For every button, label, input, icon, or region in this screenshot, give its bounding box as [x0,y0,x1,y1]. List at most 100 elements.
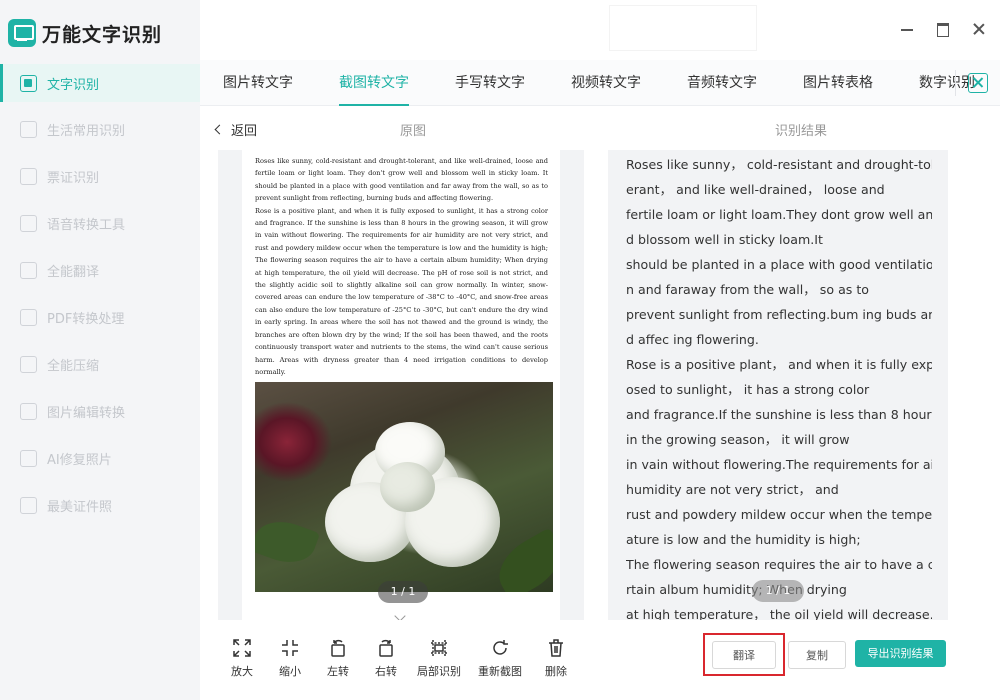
original-image-pane[interactable]: Roses like sunny, cold-resistant and dro… [218,150,584,620]
rotate-right-button[interactable]: 右转 [362,632,410,688]
sidebar-item-label: 全能压缩 [47,359,100,374]
result-line: d affec ing flowering. [626,332,759,347]
sidebar-item-pdf[interactable]: PDF转换处理 [0,294,200,341]
sidebar-nav: 文字识别 生活常用识别 票证识别 语音转换工具 全能翻译 PDF转换处理 全能压… [0,60,200,529]
tool-label: 缩小 [279,665,301,678]
rescreenshot-button[interactable]: 重新截图 [468,632,532,688]
result-line: ature is low and the humidity is high; [626,532,861,547]
sidebar: 万能文字识别 文字识别 生活常用识别 票证识别 语音转换工具 全能翻译 PDF转… [0,0,200,700]
translate-button[interactable]: 翻译 [712,641,776,669]
document-paragraph: Rose is a positive plant, and when it is… [255,206,548,376]
result-line: osed to sunlight， it has a strong color [626,382,870,397]
result-line: The flowering season requires the air to… [626,557,932,572]
ai-repair-icon [20,450,37,467]
sidebar-item-label: 生活常用识别 [47,124,126,139]
sidebar-item-image-edit[interactable]: 图片编辑转换 [0,388,200,435]
sidebar-item-life-scan[interactable]: 生活常用识别 [0,106,200,153]
tool-label: 放大 [231,665,253,678]
rotate-left-button[interactable]: 左转 [314,632,362,688]
translate-icon [20,262,37,279]
app-brand: 万能文字识别 [8,16,162,50]
window-controls [900,22,986,37]
result-line: erant， and like well-drained， loose and [626,182,885,197]
tab-image-to-text[interactable]: 图片转文字 [200,60,316,106]
rose-photo [255,382,553,593]
tab-video-to-text[interactable]: 视频转文字 [548,60,664,106]
image-toolbar: 放大 缩小 左转 右转 局部识别 重新截图 删除 [218,632,598,688]
tab-screenshot-to-text[interactable]: 截图转文字 [316,60,432,106]
zoom-out-icon [280,638,300,658]
tool-label: 左转 [327,665,349,678]
result-line: n and faraway from the wall， so as to [626,282,869,297]
sidebar-item-label: 图片编辑转换 [47,406,126,421]
sidebar-item-id-photo[interactable]: 最美证件照 [0,482,200,529]
title-bar-blank-area [610,6,756,50]
page-indicator: 1 / 1 [378,581,428,603]
rotate-left-icon [328,638,348,658]
rotate-right-icon [376,638,396,658]
sidebar-item-label: 语音转换工具 [47,218,126,233]
result-line: at high temperature， the oil yield will … [626,607,932,620]
back-button[interactable]: 返回 [214,120,258,139]
text-recognition-icon [20,74,37,92]
compress-icon [20,356,37,373]
tool-label: 删除 [545,665,567,678]
result-line: in the growing season， it will grow [626,432,850,447]
export-result-button[interactable]: 导出识别结果 [855,640,946,667]
zoom-in-icon [232,638,252,658]
document-preview: Roses like sunny, cold-resistant and dro… [242,150,560,620]
pdf-icon [20,309,37,326]
sidebar-item-label: AI修复照片 [47,453,112,468]
sidebar-item-label: 最美证件照 [47,500,113,515]
tab-audio-to-text[interactable]: 音频转文字 [664,60,780,106]
back-label: 返回 [231,124,258,139]
partial-recognize-icon [429,638,449,658]
sidebar-item-label: PDF转换处理 [47,312,125,327]
zoom-in-button[interactable]: 放大 [218,632,266,688]
tabs-expand-icon[interactable] [968,73,988,93]
close-icon[interactable] [972,22,986,36]
sidebar-item-voice-convert[interactable]: 语音转换工具 [0,200,200,247]
app-name: 万能文字识别 [42,23,163,46]
delete-icon [546,638,566,658]
sidebar-item-label: 票证识别 [47,171,100,186]
zoom-out-button[interactable]: 缩小 [266,632,314,688]
rescreenshot-icon [490,638,510,658]
result-line: fertile loam or light loam.They dont gro… [626,207,932,222]
sidebar-item-text-recognition[interactable]: 文字识别 [0,64,200,102]
result-line: humidity are not very strict， and [626,482,839,497]
partial-recognize-button[interactable]: 局部识别 [410,632,468,688]
sidebar-item-ticket-scan[interactable]: 票证识别 [0,153,200,200]
tab-divider [955,70,956,96]
id-photo-icon [20,497,37,514]
image-edit-icon [20,403,37,420]
tab-image-to-table[interactable]: 图片转表格 [780,60,896,106]
result-column-title: 识别结果 [775,124,828,139]
delete-button[interactable]: 删除 [532,632,580,688]
sidebar-item-label: 文字识别 [47,77,100,93]
maximize-icon[interactable] [936,22,950,37]
voice-convert-icon [20,215,37,232]
tab-handwriting-to-text[interactable]: 手写转文字 [432,60,548,106]
original-column-title: 原图 [400,124,427,139]
sidebar-item-compress[interactable]: 全能压缩 [0,341,200,388]
minimize-icon[interactable] [900,22,914,36]
result-line: rust and powdery mildew occur when the t… [626,507,932,522]
tool-label: 右转 [375,665,397,678]
tool-label: 重新截图 [478,665,522,678]
copy-button[interactable]: 复制 [788,641,846,669]
sidebar-item-label: 全能翻译 [47,265,100,280]
result-text-pane[interactable]: Roses like sunny， cold-resistant and dro… [608,150,948,620]
sidebar-item-translate[interactable]: 全能翻译 [0,247,200,294]
document-paragraph: Roses like sunny, cold-resistant and dro… [255,157,548,203]
result-line: Roses like sunny， cold-resistant and dro… [626,157,932,172]
feature-tabs: 图片转文字 截图转文字 手写转文字 视频转文字 音频转文字 图片转表格 数字识别 [200,60,1000,106]
ticket-scan-icon [20,168,37,185]
result-text[interactable]: Roses like sunny， cold-resistant and dro… [626,152,932,620]
result-line: d blossom well in sticky loam.It [626,232,823,247]
result-line: and fragrance.If the sunshine is less th… [626,407,932,422]
sidebar-item-ai-repair[interactable]: AI修复照片 [0,435,200,482]
life-scan-icon [20,121,37,138]
result-line: should be planted in a place with good v… [626,257,932,272]
result-line: prevent sunlight from reflecting.bum ing… [626,307,932,322]
